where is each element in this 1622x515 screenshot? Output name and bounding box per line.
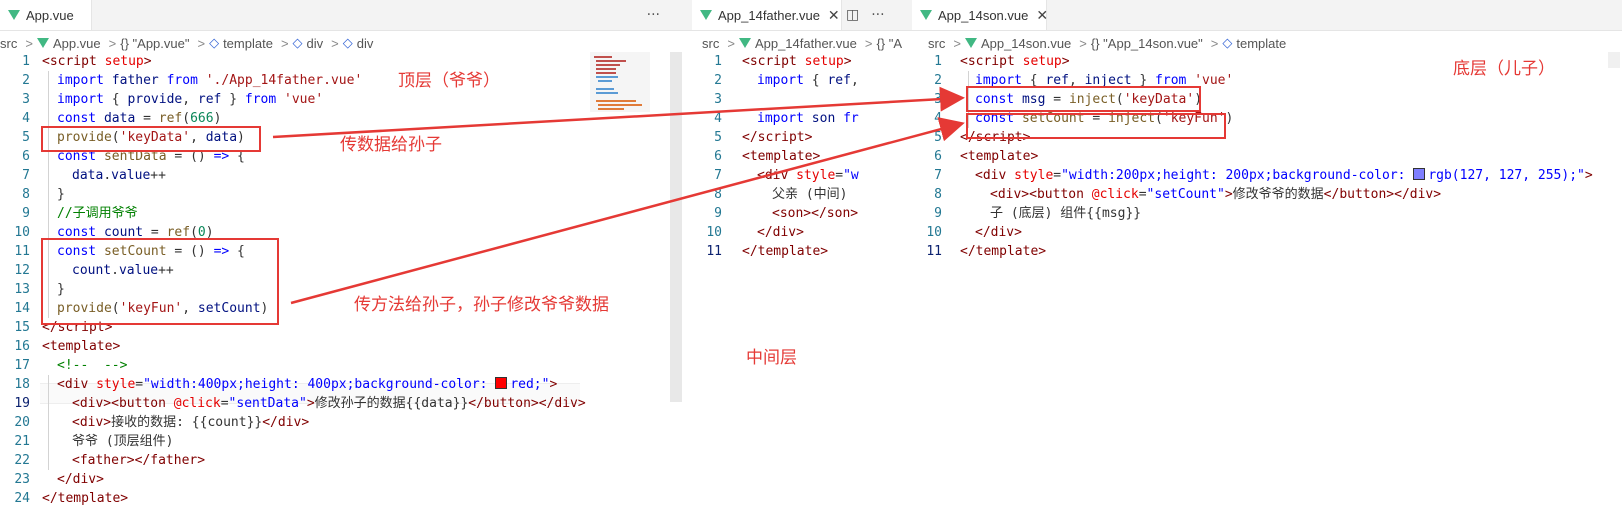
annotation-middle-layer: 中间层 <box>746 348 797 368</box>
annotation-pass-method: 传方法给孙子，孙子修改爷爷数据 <box>354 295 609 315</box>
annotation-arrows <box>272 86 965 305</box>
annotation-bottom-layer: 底层（儿子） <box>1453 59 1555 79</box>
annotation-pass-data: 传数据给孙子 <box>340 135 442 155</box>
annotation-top-layer: 顶层（爷爷） <box>398 71 500 91</box>
